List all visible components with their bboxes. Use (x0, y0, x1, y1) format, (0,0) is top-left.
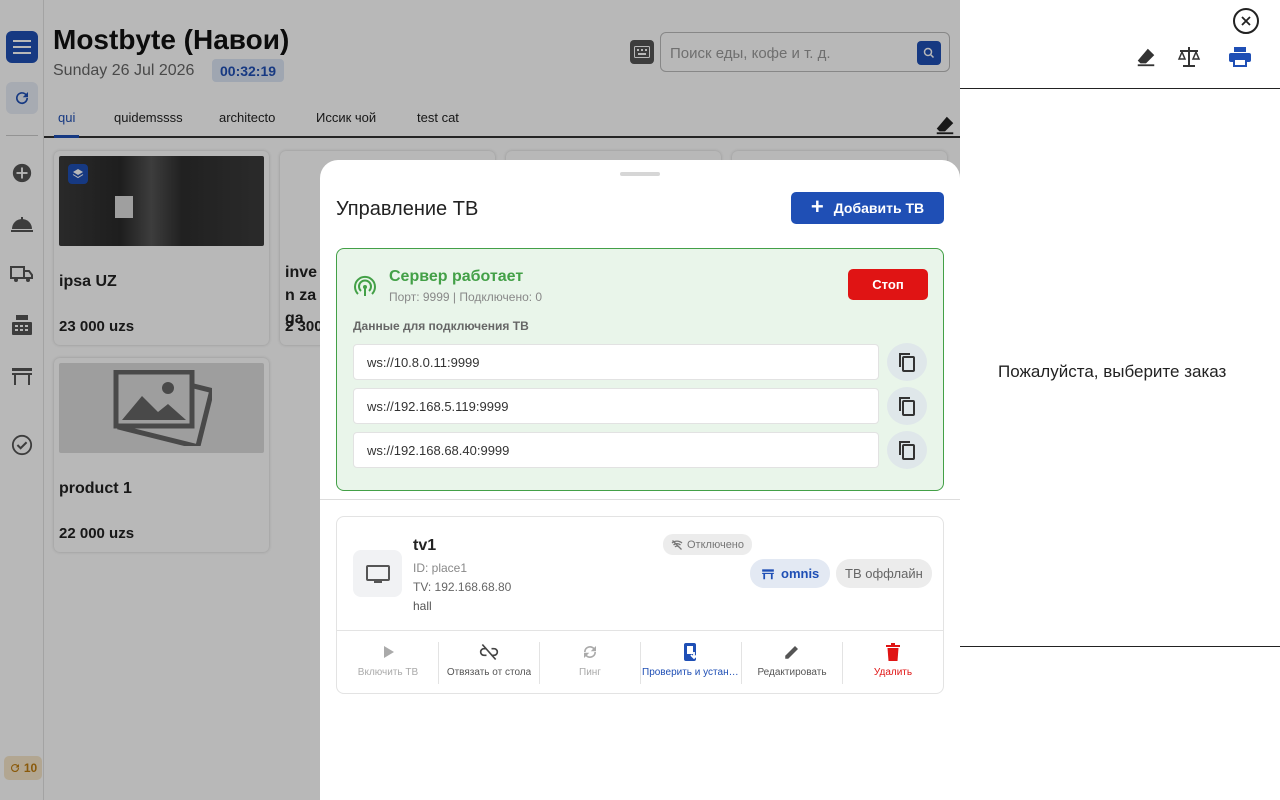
tv-name: tv1 (413, 537, 437, 554)
scale-button[interactable] (1176, 44, 1202, 70)
pencil-icon (785, 646, 798, 659)
connection-status-label: Отключено (687, 538, 744, 551)
edit-button[interactable]: Редактировать (742, 641, 842, 686)
copy-icon (899, 397, 915, 416)
turn-on-tv-button[interactable]: Включить ТВ (338, 641, 438, 686)
connection-url-row: ws://192.168.68.40:9999 (353, 431, 945, 470)
check-install-label: Проверить и установить (642, 667, 740, 678)
panel-divider (960, 88, 1280, 89)
close-icon (1241, 16, 1251, 26)
trash-icon (886, 643, 900, 661)
delete-button[interactable]: Удалить (843, 641, 943, 686)
drag-handle[interactable] (620, 172, 660, 176)
broadcast-icon (354, 275, 376, 296)
tv-avatar (353, 550, 402, 597)
play-icon (384, 646, 394, 658)
plus-icon: + (810, 194, 824, 219)
tv-management-modal: Управление ТВ + Добавить ТВ Сервер работ… (320, 160, 960, 800)
connection-url-row: ws://10.8.0.11:9999 (353, 343, 945, 382)
eraser-icon (1137, 48, 1155, 67)
connection-status-chip: Отключено (663, 534, 752, 555)
sync-icon (584, 646, 596, 658)
modal-title: Управление ТВ (336, 198, 479, 220)
tv-actions-bar: Включить ТВ Отвязать от стола Пинг Прове… (337, 630, 943, 694)
check-install-button[interactable]: Проверить и установить (641, 641, 741, 686)
tv-offline-chip: ТВ оффлайн (836, 559, 932, 588)
scale-icon (1177, 47, 1201, 67)
monitor-icon (365, 564, 390, 583)
ping-button[interactable]: Пинг (540, 641, 640, 686)
clear-order-button[interactable] (1133, 44, 1159, 70)
printer-icon (1229, 47, 1251, 67)
edit-label: Редактировать (757, 667, 827, 678)
stop-server-button[interactable]: Стоп (848, 269, 928, 300)
unbind-table-label: Отвязать от стола (446, 667, 532, 678)
unbind-table-button[interactable]: Отвязать от стола (439, 641, 539, 686)
tv-ip: TV: 192.168.68.80 (413, 580, 512, 594)
ping-label: Пинг (579, 667, 601, 678)
tv-id: ID: place1 (413, 561, 468, 575)
connection-url-field[interactable]: ws://192.168.5.119:9999 (353, 388, 879, 424)
connection-url-field[interactable]: ws://10.8.0.11:9999 (353, 344, 879, 380)
copy-icon (899, 441, 915, 460)
copy-button[interactable] (887, 431, 927, 469)
copy-icon (899, 353, 915, 372)
copy-button[interactable] (887, 387, 927, 425)
server-status: Сервер работает (389, 268, 524, 285)
order-panel: Пожалуйста, выберите заказ (960, 0, 1280, 800)
connection-data-label: Данные для подключения ТВ (353, 319, 529, 333)
panel-divider (960, 646, 1280, 647)
close-button[interactable] (1233, 8, 1259, 34)
tv-card: tv1 ID: place1 TV: 192.168.68.80 hall От… (336, 516, 944, 694)
connection-url-row: ws://192.168.5.119:9999 (353, 387, 945, 426)
print-button[interactable] (1227, 44, 1253, 70)
turn-on-tv-label: Включить ТВ (357, 667, 419, 678)
link-off-icon (479, 643, 499, 661)
phone-download-icon (684, 643, 698, 661)
table-icon (762, 568, 774, 579)
wifi-off-icon (671, 539, 683, 550)
connection-url-field[interactable]: ws://192.168.68.40:9999 (353, 432, 879, 468)
delete-label: Удалить (873, 667, 913, 678)
copy-button[interactable] (887, 343, 927, 381)
empty-order-message: Пожалуйста, выберите заказ (998, 362, 1227, 381)
tv-location: hall (413, 599, 432, 613)
table-chip[interactable]: omnis (750, 559, 831, 588)
add-tv-label: Добавить ТВ (833, 200, 925, 216)
server-status-panel: Сервер работает Порт: 9999 | Подключено:… (336, 248, 944, 491)
modal-divider (320, 499, 960, 500)
add-tv-button[interactable]: + Добавить ТВ (791, 192, 944, 224)
server-info: Порт: 9999 | Подключено: 0 (389, 290, 543, 304)
table-chip-label: omnis (781, 566, 820, 581)
